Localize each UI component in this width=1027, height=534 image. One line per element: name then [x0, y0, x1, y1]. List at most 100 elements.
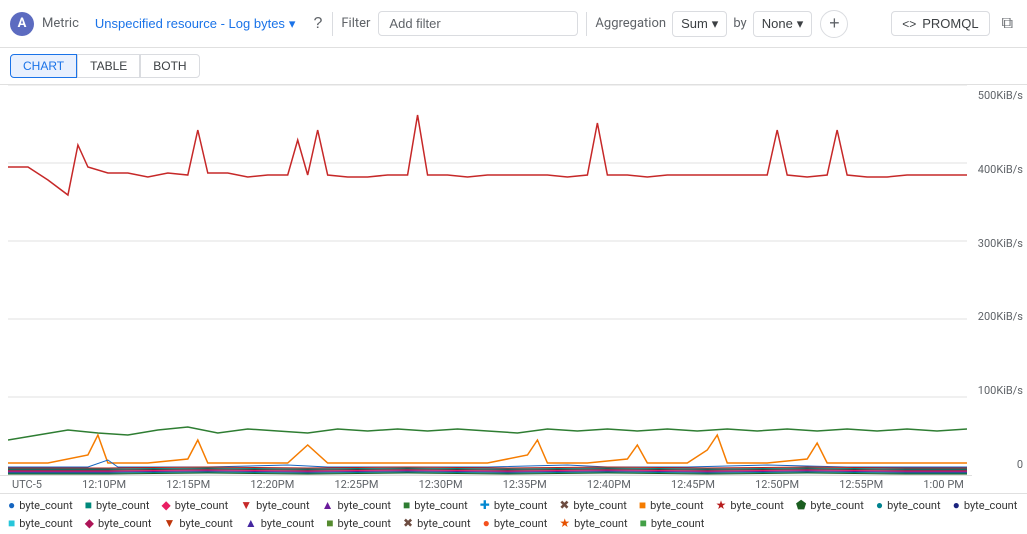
chart-area: 500KiB/s 400KiB/s 300KiB/s 200KiB/s 100K… — [0, 85, 1027, 475]
legend-item[interactable]: ● byte_count — [483, 516, 548, 530]
legend-icon: ■ — [85, 498, 92, 512]
legend-label: byte_count — [887, 499, 941, 512]
legend-item[interactable]: ✖ byte_count — [559, 498, 627, 512]
tab-table[interactable]: TABLE — [77, 54, 140, 78]
legend-icon: ▼ — [163, 516, 175, 530]
promql-button[interactable]: <> PROMQL — [891, 11, 989, 36]
by-label: by — [733, 16, 746, 31]
legend-item[interactable]: ●byte_count — [8, 498, 73, 512]
x-label-1250: 12:50PM — [755, 478, 799, 491]
legend-icon: ★ — [716, 498, 727, 512]
y-label-400: 400KiB/s — [976, 163, 1023, 176]
aggregation-label: Aggregation — [595, 16, 666, 31]
legend-item[interactable]: ● byte_count — [876, 498, 941, 512]
x-label-1235: 12:35PM — [503, 478, 547, 491]
legend-item[interactable]: ●byte_count — [953, 498, 1018, 512]
x-label-1215: 12:15PM — [166, 478, 210, 491]
x-label-1225: 12:25PM — [335, 478, 379, 491]
x-label-1245: 12:45PM — [671, 478, 715, 491]
by-selector[interactable]: None ▾ — [753, 11, 813, 37]
legend-label: byte_count — [19, 499, 73, 512]
legend-label: byte_count — [179, 517, 233, 530]
chevron-down-icon: ▾ — [289, 16, 296, 32]
x-label-100: 1:00 PM — [923, 478, 963, 491]
code-icon: <> — [902, 17, 916, 31]
legend-item[interactable]: ▼ byte_count — [163, 516, 232, 530]
help-button[interactable]: ? — [311, 13, 324, 35]
legend-label: byte_count — [494, 517, 548, 530]
chevron-down-icon2: ▾ — [712, 16, 719, 32]
x-label-1240: 12:40PM — [587, 478, 631, 491]
y-label-0: 0 — [976, 458, 1023, 471]
legend-label: byte_count — [338, 499, 392, 512]
divider2 — [586, 12, 587, 36]
y-label-300: 300KiB/s — [976, 237, 1023, 250]
legend-label: byte_count — [730, 499, 784, 512]
legend-item[interactable]: ⬟byte_count — [796, 498, 864, 512]
divider — [332, 12, 333, 36]
legend-item[interactable]: ◆byte_count — [162, 498, 229, 512]
legend-item[interactable]: ■ byte_count — [403, 498, 468, 512]
legend-label: byte_count — [494, 499, 548, 512]
x-label-1255: 12:55PM — [839, 478, 883, 491]
chart-svg-container — [8, 85, 967, 475]
legend-item[interactable]: ✚byte_count — [480, 498, 548, 512]
x-axis-labels: UTC-5 12:10PM 12:15PM 12:20PM 12:25PM 12… — [0, 475, 972, 493]
copy-icon: ⧉ — [1002, 15, 1013, 32]
instance-badge: A — [10, 12, 34, 36]
legend-icon: ★ — [559, 516, 570, 530]
legend-item[interactable]: ▲byte_count — [245, 516, 314, 530]
x-label-1210: 12:10PM — [82, 478, 126, 491]
legend-icon: ■ — [640, 516, 647, 530]
legend-item[interactable]: ★ byte_count — [559, 516, 627, 530]
metric-selector[interactable]: Unspecified resource - Log bytes ▾ — [87, 12, 304, 36]
legend-item[interactable]: ◆byte_count — [85, 516, 152, 530]
legend-label: byte_count — [417, 517, 471, 530]
add-filter-button[interactable]: Add filter — [389, 16, 440, 31]
legend-icon: ■ — [326, 516, 333, 530]
legend-icon: ● — [483, 516, 490, 530]
y-label-500: 500KiB/s — [976, 89, 1023, 102]
legend-label: byte_count — [573, 499, 627, 512]
add-metric-button[interactable]: + — [820, 10, 848, 38]
legend-label: byte_count — [338, 517, 392, 530]
legend-icon: ■ — [639, 498, 646, 512]
legend-icon: ■ — [8, 516, 15, 530]
legend-label: byte_count — [175, 499, 229, 512]
legend-item[interactable]: ★byte_count — [716, 498, 784, 512]
y-label-200: 200KiB/s — [976, 310, 1023, 323]
tab-chart[interactable]: CHART — [10, 54, 77, 78]
legend-icon: ▲ — [322, 498, 334, 512]
x-label-utc5: UTC-5 — [12, 478, 42, 491]
legend-label: byte_count — [651, 517, 705, 530]
legend-item[interactable]: ■ byte_count — [640, 516, 705, 530]
legend-icon: ● — [876, 498, 883, 512]
legend-icon: ✖ — [559, 498, 569, 512]
legend-item[interactable]: ■ byte_count — [85, 498, 150, 512]
legend-label: byte_count — [574, 517, 628, 530]
copy-button[interactable]: ⧉ — [998, 11, 1017, 37]
legend-item[interactable]: ✖byte_count — [403, 516, 471, 530]
chart-controls-bar: CHART TABLE BOTH — [0, 48, 1027, 85]
aggregation-selector[interactable]: Sum ▾ — [672, 11, 727, 37]
tab-both[interactable]: BOTH — [140, 54, 199, 78]
legend-item[interactable]: ▲ byte_count — [322, 498, 391, 512]
legend-item[interactable]: ■byte_count — [8, 516, 73, 530]
legend-icon: ⬟ — [796, 498, 806, 512]
legend-item[interactable]: ■ byte_count — [326, 516, 391, 530]
legend-label: byte_count — [414, 499, 468, 512]
legend-label: byte_count — [650, 499, 704, 512]
legend-item[interactable]: ■ byte_count — [639, 498, 704, 512]
legend-area: ●byte_count■byte_count◆byte_count▼byte_c… — [0, 493, 1027, 534]
legend-icon: ■ — [403, 498, 410, 512]
chevron-down-icon3: ▾ — [797, 16, 804, 32]
legend-label: byte_count — [96, 499, 150, 512]
x-label-1230: 12:30PM — [419, 478, 463, 491]
legend-icon: ▲ — [245, 516, 257, 530]
legend-item[interactable]: ▼byte_count — [240, 498, 309, 512]
legend-label: byte_count — [98, 517, 152, 530]
legend-label: byte_count — [964, 499, 1018, 512]
filter-section: Add filter — [378, 11, 578, 36]
filter-label: Filter — [341, 16, 370, 31]
metric-prefix-label: Metric — [42, 16, 79, 31]
